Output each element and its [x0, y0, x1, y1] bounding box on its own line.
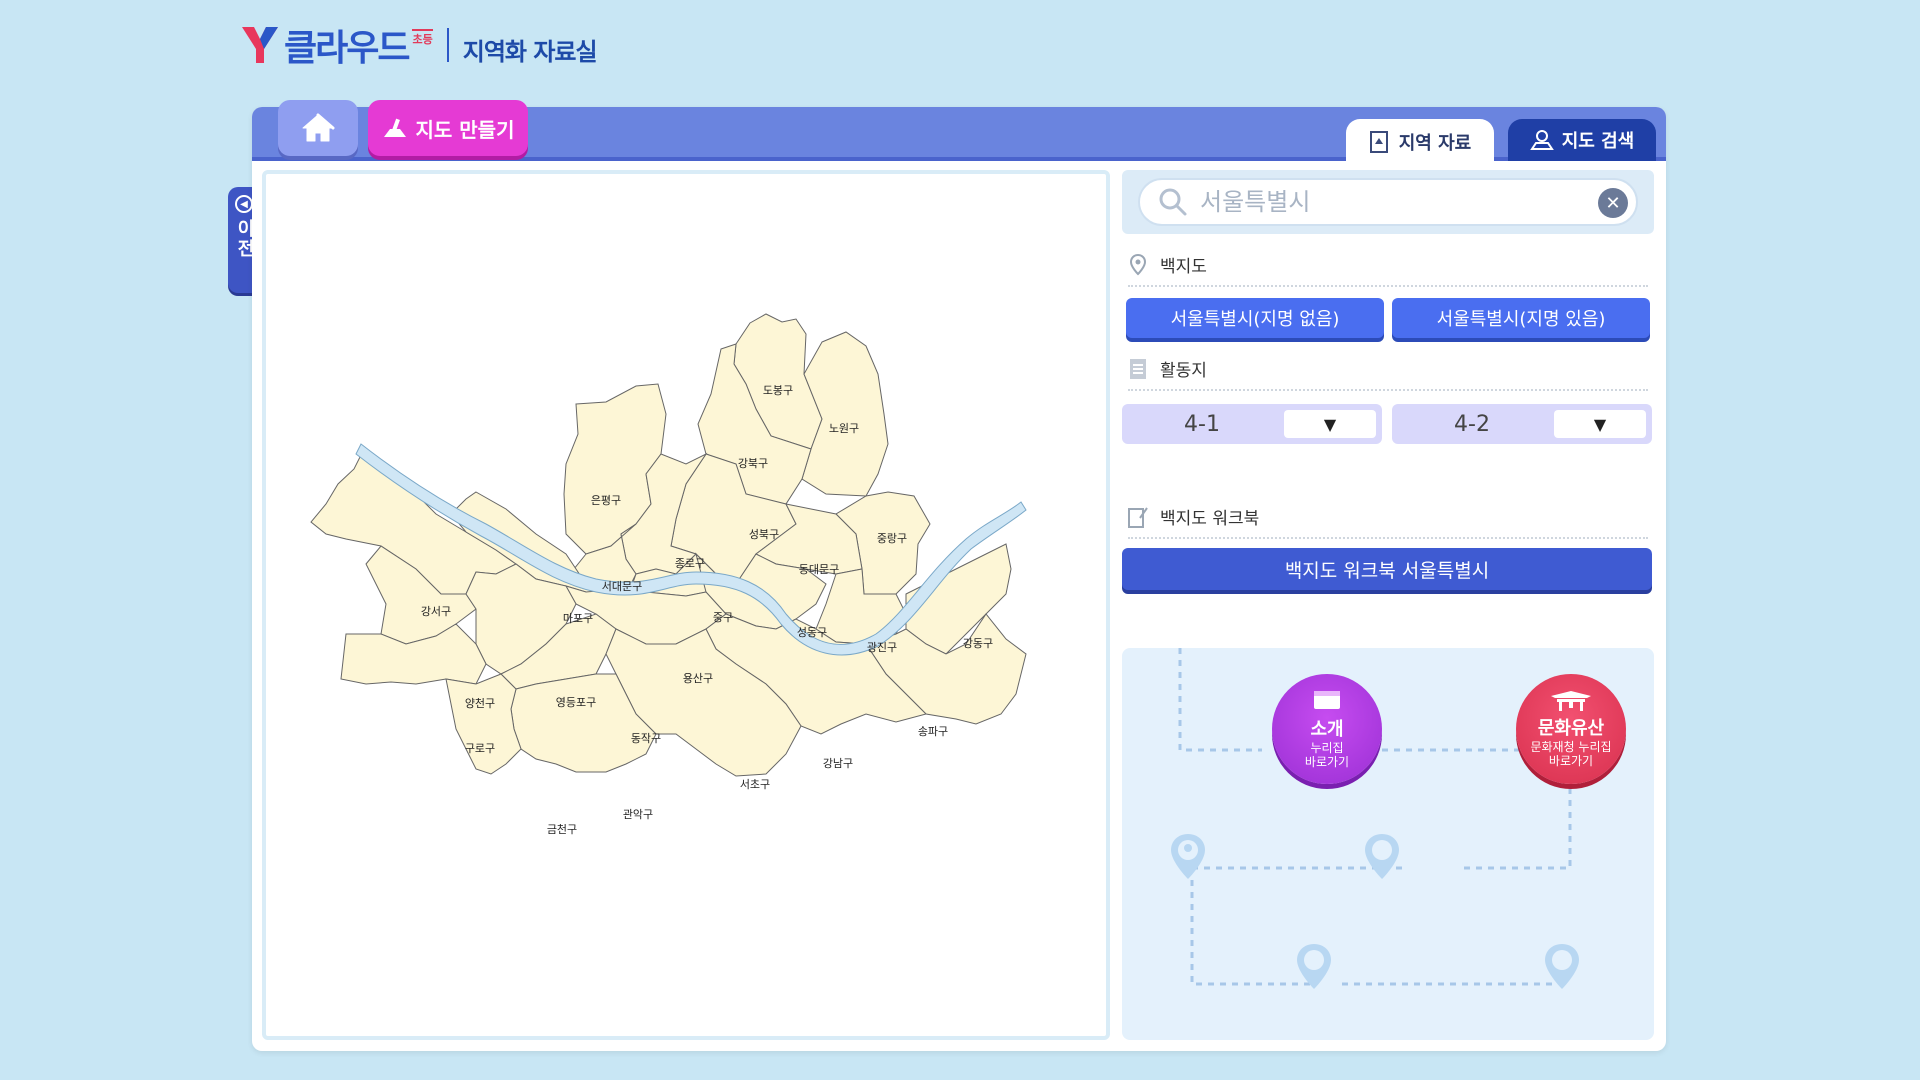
logo-divider — [446, 28, 449, 62]
intro-homepage-button[interactable]: 소개 누리집 바로가기 — [1272, 674, 1382, 784]
frame-header: 지도 만들기 지역 자료 지도 검색 — [252, 100, 1666, 165]
district-geumcheon — [445, 673, 522, 775]
label-gwangjin: 광진구 — [867, 641, 897, 654]
blank-map-no-names-label: 서울특별시(지명 없음) — [1170, 309, 1340, 330]
logo-y-icon — [242, 27, 278, 63]
person-pin-icon — [1171, 834, 1205, 879]
activity-select-2[interactable]: 4-2 ▼ — [1392, 404, 1652, 444]
label-gwanak: 관악구 — [623, 808, 653, 821]
label-gangdong: 강동구 — [963, 637, 993, 650]
label-seocho: 서초구 — [740, 778, 770, 791]
label-dobong: 도봉구 — [763, 384, 793, 397]
label-nowon: 노원구 — [829, 422, 859, 435]
label-guro: 구로구 — [465, 742, 495, 755]
map-pencil-icon — [383, 118, 406, 137]
label-mapo: 마포구 — [563, 612, 593, 625]
clear-search-button[interactable]: ✕ — [1598, 188, 1628, 218]
section-blank-map-title: 백지도 — [1160, 257, 1207, 277]
brand-name: 클라우드 — [284, 28, 410, 69]
label-yeongdeungpo: 영등포구 — [556, 696, 596, 709]
label-jongno: 종로구 — [675, 557, 705, 570]
gate-icon — [1551, 691, 1591, 711]
brand-logo[interactable]: 클라우드 초등 지역화 자료실 — [240, 20, 598, 70]
section-workbook: 백지도 워크북 — [1128, 504, 1648, 539]
tab-region-label: 지역 자료 — [1398, 133, 1472, 154]
brand-badge: 초등 — [412, 29, 433, 47]
label-seongdong: 성동구 — [797, 626, 827, 639]
tab-map-search[interactable]: 지도 검색 — [1508, 119, 1656, 161]
label-gangnam: 강남구 — [823, 757, 853, 770]
search-bar: ✕ — [1122, 170, 1654, 234]
activity-select-1-value: 4-1 — [1184, 411, 1220, 437]
cloud-pin-icon — [1365, 834, 1399, 879]
brand-subtitle: 지역화 자료실 — [462, 37, 598, 66]
close-icon: ✕ — [1605, 192, 1621, 214]
intro-sub2: 바로가기 — [1304, 755, 1350, 769]
search-input[interactable] — [1200, 188, 1580, 216]
link-pin-icon — [1297, 944, 1331, 989]
intro-title: 소개 — [1310, 719, 1344, 740]
search-icon — [1159, 188, 1187, 216]
tab-map-search-label: 지도 검색 — [1561, 131, 1635, 152]
make-map-label: 지도 만들기 — [415, 117, 515, 142]
label-eunpyeong: 은평구 — [591, 494, 621, 507]
home-icon — [302, 113, 335, 142]
document-map-icon — [1369, 131, 1388, 153]
section-activity-title: 활동지 — [1160, 361, 1207, 381]
home-button[interactable] — [278, 100, 358, 156]
heritage-sub2: 바로가기 — [1548, 754, 1594, 768]
search-box: ✕ — [1138, 178, 1638, 226]
label-gangseo: 강서구 — [421, 605, 451, 618]
heritage-homepage-button[interactable]: 문화유산 문화재청 누리집 바로가기 — [1516, 674, 1626, 784]
route-panel: 소개 누리집 바로가기 문화유산 문화재청 누리집 바로가기 — [1122, 648, 1654, 1040]
guide-pin-icon — [1545, 944, 1579, 989]
tab-region-data[interactable]: 지역 자료 — [1346, 119, 1494, 165]
label-yongsan: 용산구 — [683, 672, 713, 685]
label-seodaemun: 서대문구 — [602, 580, 642, 593]
workbook-button-label: 백지도 워크북 서울특별시 — [1284, 559, 1490, 582]
label-geumcheon: 금천구 — [547, 822, 577, 836]
location-pin-icon — [1128, 253, 1148, 276]
label-yangcheon: 양천구 — [465, 696, 495, 710]
section-activity: 활동지 — [1128, 356, 1648, 391]
intro-sub1: 누리집 — [1310, 741, 1344, 755]
map-search-icon — [1529, 130, 1554, 150]
heritage-sub1: 문화재청 누리집 — [1530, 740, 1612, 754]
label-songpa: 송파구 — [918, 725, 948, 738]
label-seongbuk: 성북구 — [749, 528, 779, 541]
map-panel: 도봉구 노원구 강북구 은평구 성북구 중랑구 종로구 서대문구 동대문구 강서… — [262, 170, 1110, 1040]
notebook-edit-icon — [1128, 506, 1148, 528]
workbook-button[interactable]: 백지도 워크북 서울특별시 — [1122, 548, 1652, 590]
seoul-district-map[interactable]: 도봉구 노원구 강북구 은평구 성북구 중랑구 종로구 서대문구 동대문구 강서… — [266, 174, 1106, 1036]
chevron-down-icon[interactable]: ▼ — [1554, 410, 1646, 438]
label-gangbuk: 강북구 — [738, 457, 768, 470]
activity-select-1[interactable]: 4-1 ▼ — [1122, 404, 1382, 444]
arrow-left-icon: ◀ — [235, 195, 253, 213]
activity-select-2-value: 4-2 — [1454, 411, 1490, 437]
label-jungnang: 중랑구 — [877, 532, 907, 545]
section-blank-map: 백지도 — [1128, 252, 1648, 287]
chevron-down-icon[interactable]: ▼ — [1284, 410, 1376, 438]
blank-map-with-names-label: 서울특별시(지명 있음) — [1436, 309, 1606, 330]
section-workbook-title: 백지도 워크북 — [1160, 509, 1260, 529]
document-icon — [1128, 358, 1148, 380]
label-dongjak: 동작구 — [631, 732, 661, 745]
right-panel: ✕ 백지도 서울특별시(지명 없음) 서울특별시(지명 있음) 활동지 4-1 … — [1122, 170, 1654, 1040]
browser-hand-icon — [1314, 691, 1340, 709]
blank-map-with-names-button[interactable]: 서울특별시(지명 있음) — [1392, 298, 1650, 338]
label-jung: 중구 — [713, 611, 733, 624]
heritage-title: 문화유산 — [1537, 718, 1605, 739]
blank-map-no-names-button[interactable]: 서울특별시(지명 없음) — [1126, 298, 1384, 338]
make-map-button[interactable]: 지도 만들기 — [368, 100, 528, 156]
label-dongdaemun: 동대문구 — [799, 563, 839, 576]
